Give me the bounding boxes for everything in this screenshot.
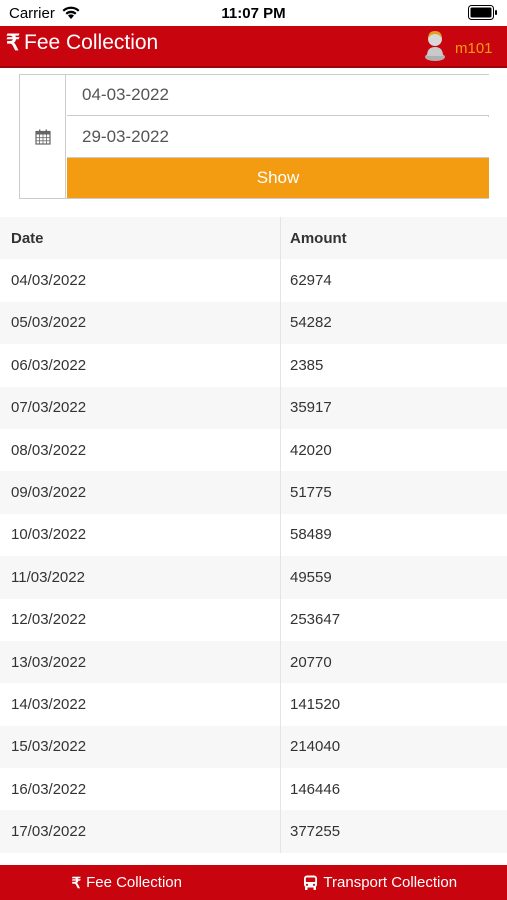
row-amount: 58489 xyxy=(290,526,332,544)
row-date: 12/03/2022 xyxy=(0,598,281,641)
table-row: 04/03/2022 62974 xyxy=(0,259,507,302)
column-header-date: Date xyxy=(0,217,281,260)
bottom-nav: ₹ Fee Collection Transport Collection xyxy=(0,865,507,900)
row-amount: 54282 xyxy=(290,314,332,332)
calendar-icon[interactable] xyxy=(35,129,51,145)
app-header: ₹ Fee Collection m101 xyxy=(0,26,507,68)
bus-icon xyxy=(303,875,318,891)
row-date: 13/03/2022 xyxy=(0,640,281,684)
row-amount: 20770 xyxy=(290,653,332,671)
row-amount: 377255 xyxy=(290,823,341,841)
table-row: 09/03/2022 51775 xyxy=(0,471,507,514)
row-amount: 141520 xyxy=(290,695,341,713)
row-date: 06/03/2022 xyxy=(0,344,281,387)
row-date: 11/03/2022 xyxy=(0,556,281,599)
row-date: 09/03/2022 xyxy=(0,471,281,514)
row-date: 10/03/2022 xyxy=(0,513,281,557)
table-row: 14/03/2022 141520 xyxy=(0,683,507,726)
nav-transport-collection-label: Transport Collection xyxy=(323,874,458,891)
row-amount: 146446 xyxy=(290,780,341,798)
table-row: 08/03/2022 42020 xyxy=(0,428,507,472)
row-date: 14/03/2022 xyxy=(0,683,281,726)
to-date-input[interactable] xyxy=(67,117,489,158)
table-row: 13/03/2022 20770 xyxy=(0,640,507,684)
row-amount: 62974 xyxy=(290,272,332,290)
table-row: 17/03/2022 377255 xyxy=(0,810,507,853)
nav-transport-collection[interactable]: Transport Collection xyxy=(254,865,507,900)
status-time: 11:07 PM xyxy=(221,5,286,22)
table-row: 05/03/2022 54282 xyxy=(0,301,507,345)
row-amount: 42020 xyxy=(290,441,332,459)
row-amount: 253647 xyxy=(290,611,341,629)
table-row: 10/03/2022 58489 xyxy=(0,513,507,557)
row-amount: 49559 xyxy=(290,568,332,586)
column-header-amount: Amount xyxy=(290,229,347,247)
avatar[interactable] xyxy=(424,29,446,61)
collection-table: Date Amount 04/03/2022 62974 05/03/2022 … xyxy=(0,217,507,853)
page-title: Fee Collection xyxy=(24,31,159,54)
show-button[interactable]: Show xyxy=(67,158,489,198)
rupee-icon: ₹ xyxy=(71,874,82,892)
row-date: 17/03/2022 xyxy=(0,810,281,853)
row-date: 08/03/2022 xyxy=(0,428,281,472)
battery-icon xyxy=(468,5,497,20)
status-bar: Carrier 11:07 PM xyxy=(0,0,507,26)
row-date: 15/03/2022 xyxy=(0,725,281,769)
table-row: 06/03/2022 2385 xyxy=(0,344,507,387)
from-date-input[interactable] xyxy=(67,75,489,116)
table-row: 11/03/2022 49559 xyxy=(0,556,507,599)
row-amount: 51775 xyxy=(290,484,332,502)
row-date: 04/03/2022 xyxy=(0,259,281,302)
nav-fee-collection-label: Fee Collection xyxy=(86,874,182,891)
table-row: 15/03/2022 214040 xyxy=(0,725,507,769)
table-row: 07/03/2022 35917 xyxy=(0,386,507,429)
calendar-cell xyxy=(20,75,66,198)
row-amount: 35917 xyxy=(290,399,332,417)
row-amount: 2385 xyxy=(290,356,324,374)
row-date: 16/03/2022 xyxy=(0,768,281,811)
row-date: 05/03/2022 xyxy=(0,301,281,345)
row-date: 07/03/2022 xyxy=(0,386,281,429)
table-row: 12/03/2022 253647 xyxy=(0,598,507,641)
rupee-icon: ₹ xyxy=(6,30,20,55)
user-name[interactable]: m101 xyxy=(455,40,493,57)
table-row: 16/03/2022 146446 xyxy=(0,768,507,811)
row-amount: 214040 xyxy=(290,738,341,756)
date-filter: Show xyxy=(19,74,489,199)
table-header-row: Date Amount xyxy=(0,217,507,260)
nav-fee-collection[interactable]: ₹ Fee Collection xyxy=(0,865,254,900)
